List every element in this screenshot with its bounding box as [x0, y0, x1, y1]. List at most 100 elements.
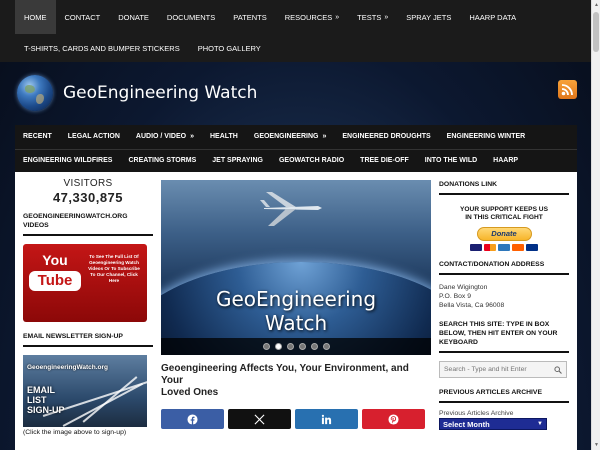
nav-item-recent[interactable]: RECENT	[15, 125, 60, 149]
right-sidebar: DONATIONS LINK YOUR SUPPORT KEEPS US IN …	[439, 180, 569, 430]
linkedin-share-button[interactable]	[295, 409, 358, 429]
search-icon[interactable]	[554, 365, 562, 374]
nav-item-label: PHOTO GALLERY	[197, 43, 261, 53]
search-heading-line-3: KEYBOARD	[439, 339, 478, 346]
nav-item-contact[interactable]: CONTACT	[56, 0, 110, 34]
nav-item-home[interactable]: HOME	[15, 0, 56, 34]
bank-icon	[526, 244, 538, 251]
youtube-channel-banner[interactable]: You Tube To See The Full List Of Geoengi…	[23, 244, 147, 322]
x-share-button[interactable]	[228, 409, 291, 429]
nav-item-resources[interactable]: RESOURCES»	[276, 0, 348, 34]
support-line-2: IN THIS CRITICAL FIGHT	[465, 214, 543, 221]
nav-item-tree-die-off[interactable]: TREE DIE-OFF	[352, 150, 417, 173]
scroll-up-icon[interactable]: ▲	[592, 0, 600, 10]
share-buttons	[161, 409, 431, 429]
nav-item-haarp[interactable]: HAARP	[485, 150, 526, 173]
nav-item-photo-gallery[interactable]: PHOTO GALLERY	[189, 34, 270, 62]
visa-icon	[470, 244, 482, 251]
top-nav-row-2: T-SHIRTS, CARDS AND BUMPER STICKERS PHOTO…	[0, 34, 600, 62]
slider-dot[interactable]	[262, 343, 270, 350]
signup-line-1: EMAIL	[27, 385, 55, 395]
submenu-arrow-icon: »	[335, 13, 340, 21]
page-scrollbar[interactable]: ▲ ▼	[591, 0, 600, 450]
nav-item-label: ENGINEERED DROUGHTS	[342, 133, 431, 141]
nav-item-donate[interactable]: DONATE	[109, 0, 158, 34]
signup-caption: (Click the image above to sign-up)	[23, 429, 127, 436]
slide-title-line-1: GeoEngineering	[215, 287, 377, 311]
left-sidebar: VISITORS 47,330,875 GEOENGINEERINGWATCH.…	[23, 178, 153, 436]
nav-item-health[interactable]: HEALTH	[202, 125, 246, 149]
slider-dot[interactable]	[298, 343, 306, 350]
archive-label: Previous Articles Archive	[439, 410, 514, 417]
slider-dot[interactable]	[286, 343, 294, 350]
search-heading: SEARCH THIS SITE: TYPE IN BOX BELOW, THE…	[439, 320, 569, 353]
videos-heading-line-2: VIDEOS	[23, 222, 49, 229]
nav-item-label: ENGINEERING WILDFIRES	[23, 157, 113, 165]
slide-title-line-2: Watch	[264, 311, 328, 335]
slider-dot[interactable]	[274, 343, 282, 350]
facebook-icon	[187, 413, 198, 425]
nav-item-label: DONATE	[118, 12, 149, 22]
nav-item-label: RECENT	[23, 133, 52, 141]
nav-item-label: SPRAY JETS	[406, 12, 452, 22]
nav-item-engineering-wildfires[interactable]: ENGINEERING WILDFIRES	[15, 150, 120, 173]
youtube-logo-you: You	[42, 252, 68, 268]
nav-item-haarp-data[interactable]: HAARP DATA	[460, 0, 525, 34]
youtube-banner-text: To See The Full List Of Geoengineering W…	[88, 254, 140, 283]
rss-icon[interactable]	[558, 80, 577, 99]
article-headline[interactable]: Geoengineering Affects You, Your Environ…	[161, 363, 431, 399]
submenu-arrow-icon: »	[322, 133, 327, 141]
facebook-share-button[interactable]	[161, 409, 224, 429]
discover-icon	[512, 244, 524, 251]
nav-item-label: GEOWATCH RADIO	[278, 157, 345, 165]
nav-item-geowatch-radio[interactable]: GEOWATCH RADIO	[271, 150, 352, 173]
nav-item-legal-action[interactable]: LEGAL ACTION	[60, 125, 128, 149]
main-nav-row-2: ENGINEERING WILDFIRES CREATING STORMS JET …	[15, 148, 577, 173]
nav-item-patents[interactable]: PATENTS	[224, 0, 275, 34]
support-text: YOUR SUPPORT KEEPS US IN THIS CRITICAL F…	[439, 206, 569, 222]
featured-slider[interactable]: GeoEngineering Watch	[161, 180, 431, 355]
site-header: GeoEngineering Watch	[15, 68, 585, 120]
archive-select-value: Select Month	[443, 419, 490, 429]
nav-item-tests[interactable]: TESTS»	[348, 0, 397, 34]
slider-dot[interactable]	[322, 343, 330, 350]
nav-item-documents[interactable]: DOCUMENTS	[158, 0, 224, 34]
donate-button[interactable]: Donate	[476, 227, 532, 241]
nav-item-creating-storms[interactable]: CREATING STORMS	[120, 150, 204, 173]
search-box	[439, 361, 567, 378]
videos-heading-line-1: GEOENGINEERINGWATCH.ORG	[23, 213, 128, 220]
nav-item-label: INTO THE WILD	[424, 157, 478, 165]
nav-item-t-shirts-cards-and-bumper-stickers[interactable]: T-SHIRTS, CARDS AND BUMPER STICKERS	[15, 34, 189, 62]
amex-icon	[498, 244, 510, 251]
nav-item-label: HEALTH	[210, 133, 238, 141]
main-content: GeoEngineering Watch Geoengineering Affe…	[161, 180, 431, 429]
address-line-3: Bella Vista, Ca 96008	[439, 302, 505, 309]
search-input[interactable]	[444, 366, 544, 373]
nav-item-label: DOCUMENTS	[166, 12, 216, 22]
globe-icon[interactable]	[17, 75, 53, 111]
scrollbar-thumb[interactable]	[593, 12, 599, 52]
top-navigation: HOME CONTACT DONATE DOCUMENTS PATENTS RESOURC…	[0, 0, 600, 62]
nav-item-jet-spraying[interactable]: JET SPRAYING	[204, 150, 271, 173]
pinterest-share-button[interactable]	[362, 409, 425, 429]
nav-item-label: CONTACT	[64, 12, 101, 22]
main-navigation: RECENT LEGAL ACTION AUDIO / VIDEO» HEALTH GE…	[15, 125, 577, 172]
nav-item-label: LEGAL ACTION	[67, 133, 120, 141]
nav-item-audio-video[interactable]: AUDIO / VIDEO»	[128, 125, 202, 149]
newsletter-signup-image[interactable]: GeoengineeringWatch.org EMAIL LIST SIGN-…	[23, 355, 147, 427]
content-area: VISITORS 47,330,875 GEOENGINEERINGWATCH.…	[15, 172, 577, 450]
nav-item-spray-jets[interactable]: SPRAY JETS	[397, 0, 460, 34]
airplane-icon	[260, 192, 322, 226]
nav-item-engineered-droughts[interactable]: ENGINEERED DROUGHTS	[334, 125, 438, 149]
nav-item-label: HOME	[24, 12, 47, 22]
nav-item-into-the-wild[interactable]: INTO THE WILD	[417, 150, 485, 173]
site-title[interactable]: GeoEngineering Watch	[63, 83, 257, 103]
support-line-1: YOUR SUPPORT KEEPS US	[460, 206, 548, 213]
archive-month-select[interactable]: Select Month ▼	[439, 418, 547, 430]
signup-line-2: LIST	[27, 395, 47, 405]
scroll-down-icon[interactable]: ▼	[592, 440, 600, 450]
nav-item-engineering-winter[interactable]: ENGINEERING WINTER	[439, 125, 534, 149]
signup-site-name: GeoengineeringWatch.org	[27, 364, 109, 371]
nav-item-geoengineering[interactable]: GEOENGINEERING»	[246, 125, 334, 149]
slider-dot[interactable]	[310, 343, 318, 350]
